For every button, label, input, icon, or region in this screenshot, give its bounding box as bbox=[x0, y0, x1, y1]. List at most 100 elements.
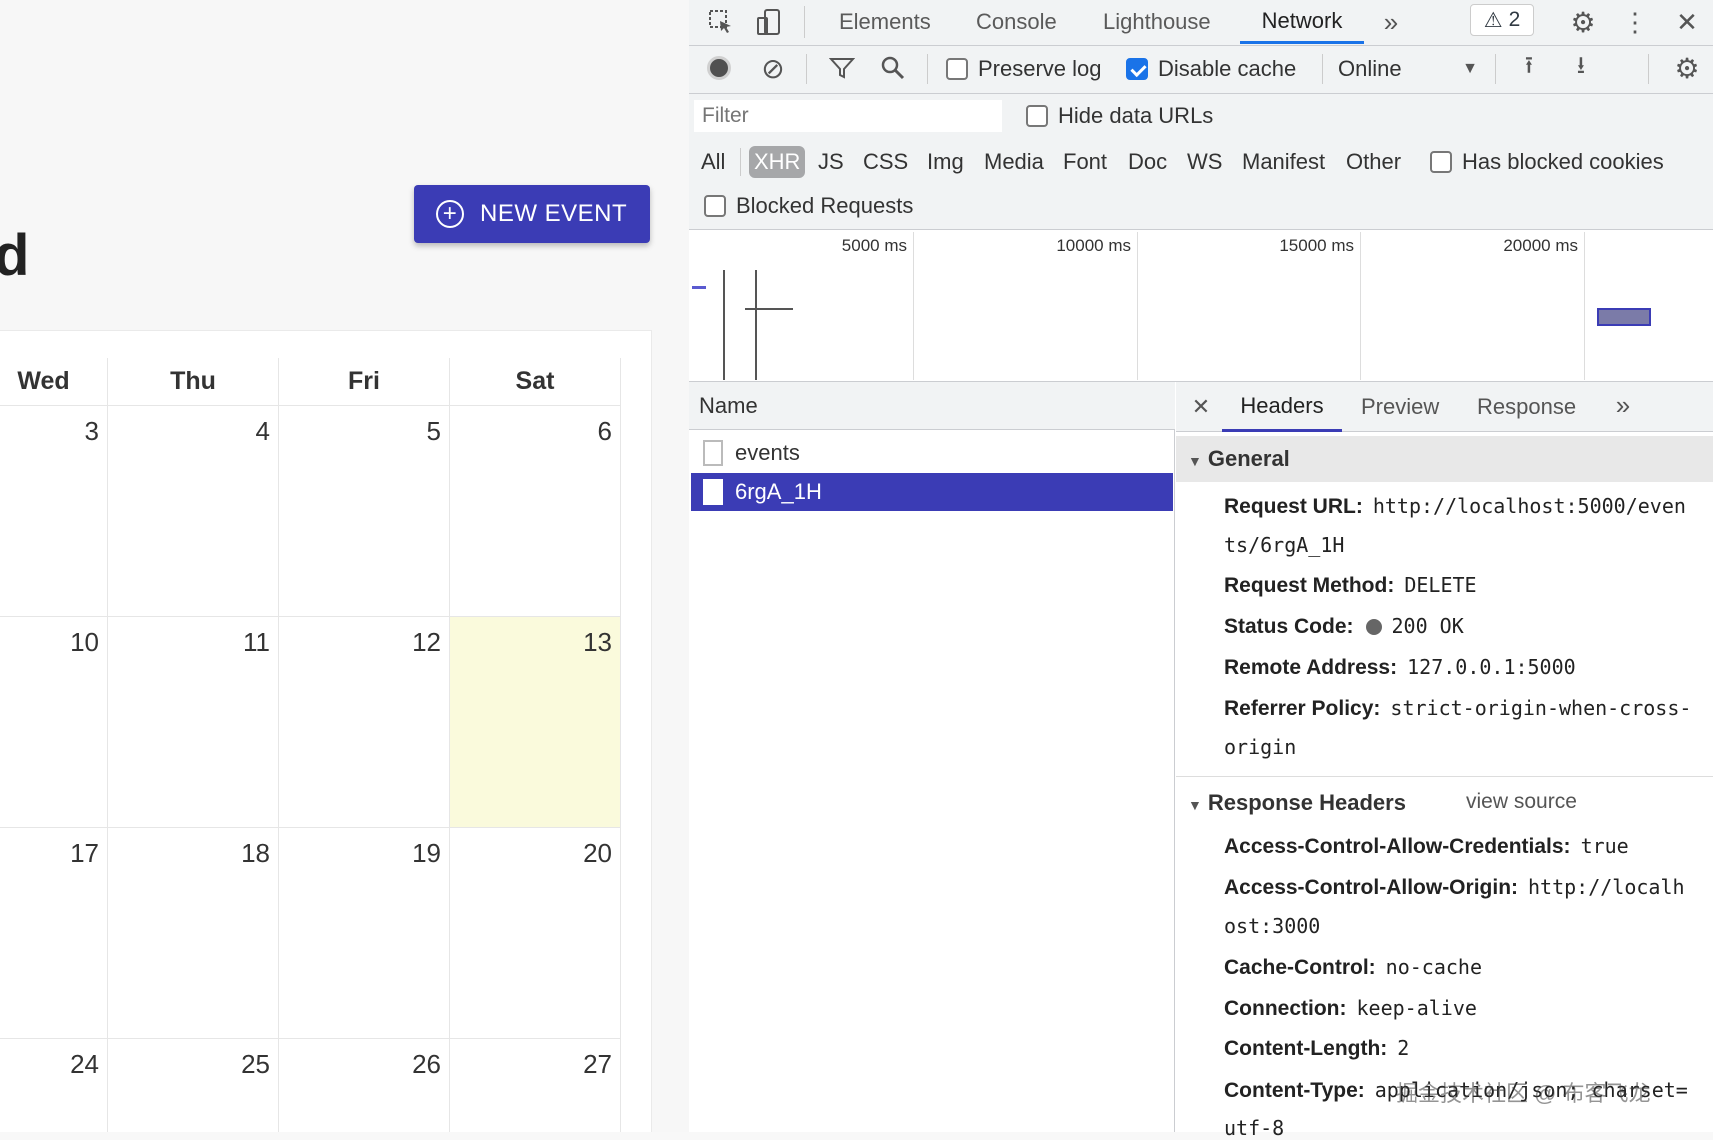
export-har-icon[interactable]: ⭳ bbox=[1566, 52, 1596, 84]
day-cell[interactable]: 25 bbox=[108, 1039, 279, 1132]
weekday-header: Sat bbox=[450, 358, 621, 406]
header-key: Request Method: bbox=[1224, 574, 1395, 597]
timeline-gridline bbox=[1360, 232, 1361, 380]
blocked-requests-checkbox[interactable]: Blocked Requests bbox=[704, 190, 913, 222]
hide-data-urls-checkbox[interactable]: Hide data URLs bbox=[1026, 101, 1213, 131]
toolbar-divider bbox=[806, 54, 807, 84]
checkbox-box[interactable] bbox=[946, 58, 968, 80]
request-row[interactable]: events bbox=[691, 434, 1173, 472]
referrer-policy-row: Referrer Policy: strict-origin-when-cross… bbox=[1224, 696, 1691, 721]
header-key: Access-Control-Allow-Origin: bbox=[1224, 876, 1519, 899]
content-length-row: Content-Length: 2 bbox=[1224, 1036, 1409, 1061]
day-cell[interactable]: 4 bbox=[108, 406, 279, 617]
timeline-tick-label: 20000 ms bbox=[1503, 236, 1578, 255]
more-detail-tabs-icon[interactable]: » bbox=[1608, 388, 1638, 422]
type-filter-doc[interactable]: Doc bbox=[1128, 146, 1167, 178]
device-toolbar-icon[interactable] bbox=[752, 2, 786, 42]
day-cell[interactable]: 12 bbox=[279, 617, 450, 828]
day-cell[interactable]: 5 bbox=[279, 406, 450, 617]
warning-count: 2 bbox=[1508, 8, 1521, 31]
tab-response[interactable]: Response bbox=[1477, 382, 1576, 432]
type-filter-xhr[interactable]: XHR bbox=[749, 146, 806, 178]
header-value-continued: origin bbox=[1224, 735, 1297, 759]
day-cell[interactable]: 20 bbox=[450, 828, 621, 1039]
type-filter-manifest[interactable]: Manifest bbox=[1242, 146, 1325, 178]
checkbox-box-checked[interactable] bbox=[1126, 58, 1148, 80]
day-cell[interactable]: 3 bbox=[0, 406, 108, 617]
timeline-tick-label: 10000 ms bbox=[1056, 236, 1131, 255]
timeline-tick-label: 5000 ms bbox=[841, 236, 907, 255]
acac-row: Access-Control-Allow-Credentials: true bbox=[1224, 834, 1629, 859]
close-detail-icon[interactable]: ✕ bbox=[1186, 390, 1216, 424]
collapse-triangle-icon: ▼ bbox=[1188, 453, 1202, 469]
new-event-button[interactable]: + NEW EVENT bbox=[414, 185, 650, 243]
day-cell[interactable]: 24 bbox=[0, 1039, 108, 1132]
search-icon[interactable] bbox=[877, 52, 909, 84]
toolbar-divider bbox=[1322, 54, 1323, 84]
weekday-header: Wed bbox=[0, 358, 108, 406]
tab-preview[interactable]: Preview bbox=[1361, 382, 1439, 432]
filter-funnel-icon[interactable] bbox=[826, 52, 858, 84]
header-key: Remote Address: bbox=[1224, 656, 1398, 679]
timeline-gridline bbox=[1584, 232, 1585, 380]
preserve-log-label: Preserve log bbox=[978, 56, 1102, 81]
network-settings-gear-icon[interactable]: ⚙ bbox=[1670, 50, 1704, 86]
tab-elements[interactable]: Elements bbox=[839, 0, 931, 44]
day-cell[interactable]: 19 bbox=[279, 828, 450, 1039]
disable-cache-checkbox[interactable]: Disable cache bbox=[1126, 54, 1296, 84]
has-blocked-cookies-checkbox[interactable]: Has blocked cookies bbox=[1430, 146, 1664, 178]
type-filter-other[interactable]: Other bbox=[1346, 146, 1401, 178]
close-devtools-icon[interactable]: ✕ bbox=[1670, 2, 1704, 42]
collapse-triangle-icon: ▼ bbox=[1188, 797, 1202, 813]
request-row-selected[interactable]: 6rgA_1H bbox=[691, 473, 1173, 511]
inspect-element-icon[interactable] bbox=[704, 2, 738, 42]
name-column-header[interactable]: Name bbox=[689, 382, 1175, 430]
type-filter-ws[interactable]: WS bbox=[1187, 146, 1222, 178]
type-filter-all[interactable]: All bbox=[701, 146, 725, 178]
tab-console[interactable]: Console bbox=[976, 0, 1057, 44]
type-filter-js[interactable]: JS bbox=[818, 146, 844, 178]
tab-network[interactable]: Network bbox=[1240, 0, 1364, 44]
general-section-title[interactable]: ▼ General bbox=[1188, 446, 1290, 472]
warning-icon: ⚠ bbox=[1483, 8, 1503, 32]
header-key: Cache-Control: bbox=[1224, 956, 1376, 979]
record-icon[interactable] bbox=[707, 56, 731, 80]
checkbox-box[interactable] bbox=[704, 195, 726, 217]
response-headers-title[interactable]: ▼ Response Headers bbox=[1188, 790, 1406, 816]
tab-lighthouse[interactable]: Lighthouse bbox=[1103, 0, 1211, 44]
header-value-continued: utf-8 bbox=[1224, 1116, 1285, 1140]
checkbox-box[interactable] bbox=[1026, 105, 1048, 127]
warnings-badge[interactable]: ⚠ 2 bbox=[1470, 4, 1534, 36]
filter-input[interactable] bbox=[694, 100, 1002, 132]
weekday-header: Fri bbox=[279, 358, 450, 406]
day-cell[interactable]: 17 bbox=[0, 828, 108, 1039]
import-har-icon[interactable]: ⭱ bbox=[1514, 52, 1544, 84]
throttling-select[interactable]: Online ▼ bbox=[1338, 54, 1478, 84]
connection-row: Connection: keep-alive bbox=[1224, 996, 1477, 1021]
throttling-value: Online bbox=[1338, 56, 1402, 81]
day-cell-today[interactable]: 13 bbox=[450, 617, 621, 828]
more-tabs-icon[interactable]: » bbox=[1376, 2, 1406, 42]
header-value-continued: ts/6rgA_1H bbox=[1224, 533, 1345, 557]
kebab-menu-icon[interactable]: ⋮ bbox=[1620, 2, 1650, 42]
timeline-marker bbox=[755, 270, 757, 380]
view-source-link[interactable]: view source bbox=[1466, 790, 1577, 814]
type-filter-img[interactable]: Img bbox=[927, 146, 964, 178]
header-value: no-cache bbox=[1385, 955, 1482, 979]
tab-headers[interactable]: Headers bbox=[1222, 382, 1342, 432]
type-filter-media[interactable]: Media bbox=[984, 146, 1044, 178]
checkbox-box[interactable] bbox=[1430, 151, 1452, 173]
day-cell[interactable]: 27 bbox=[450, 1039, 621, 1132]
clear-icon[interactable]: ⊘ bbox=[757, 52, 789, 84]
day-cell[interactable]: 18 bbox=[108, 828, 279, 1039]
day-cell[interactable]: 10 bbox=[0, 617, 108, 828]
settings-gear-icon[interactable]: ⚙ bbox=[1566, 2, 1600, 42]
day-cell[interactable]: 11 bbox=[108, 617, 279, 828]
type-filter-css[interactable]: CSS bbox=[863, 146, 908, 178]
header-key: Status Code: bbox=[1224, 615, 1354, 638]
day-cell[interactable]: 26 bbox=[279, 1039, 450, 1132]
toolbar-divider bbox=[1495, 54, 1496, 84]
type-filter-font[interactable]: Font bbox=[1063, 146, 1107, 178]
preserve-log-checkbox[interactable]: Preserve log bbox=[946, 54, 1102, 84]
day-cell[interactable]: 6 bbox=[450, 406, 621, 617]
